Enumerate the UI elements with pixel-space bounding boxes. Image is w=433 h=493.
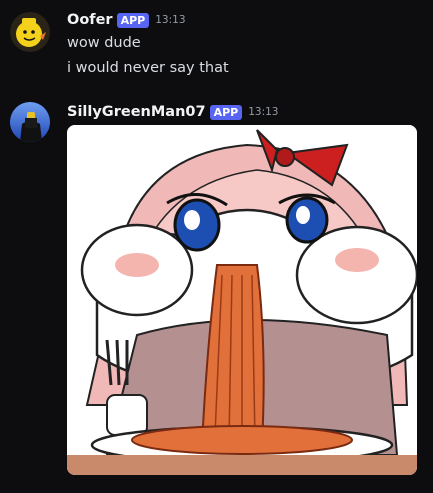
message-text: wow dude [67,35,141,51]
timestamp[interactable]: 13:13 [155,14,185,26]
yellow-head-avatar-icon [10,12,50,52]
message-header: Oofer APP 13:13 [67,12,186,28]
avatar[interactable] [10,102,50,142]
avatar[interactable] [10,12,50,52]
username[interactable]: SillyGreenMan07 [67,104,206,120]
anime-girl-spaghetti-image [67,125,417,475]
image-attachment[interactable] [67,125,417,475]
app-badge: APP [116,12,150,28]
timestamp[interactable]: 13:13 [248,106,278,118]
dark-figure-avatar-icon [10,102,50,142]
username[interactable]: Oofer [67,12,113,28]
message-header: SillyGreenMan07 APP 13:13 [67,104,278,120]
app-badge: APP [209,104,243,120]
message-text: i would never say that [67,60,229,76]
